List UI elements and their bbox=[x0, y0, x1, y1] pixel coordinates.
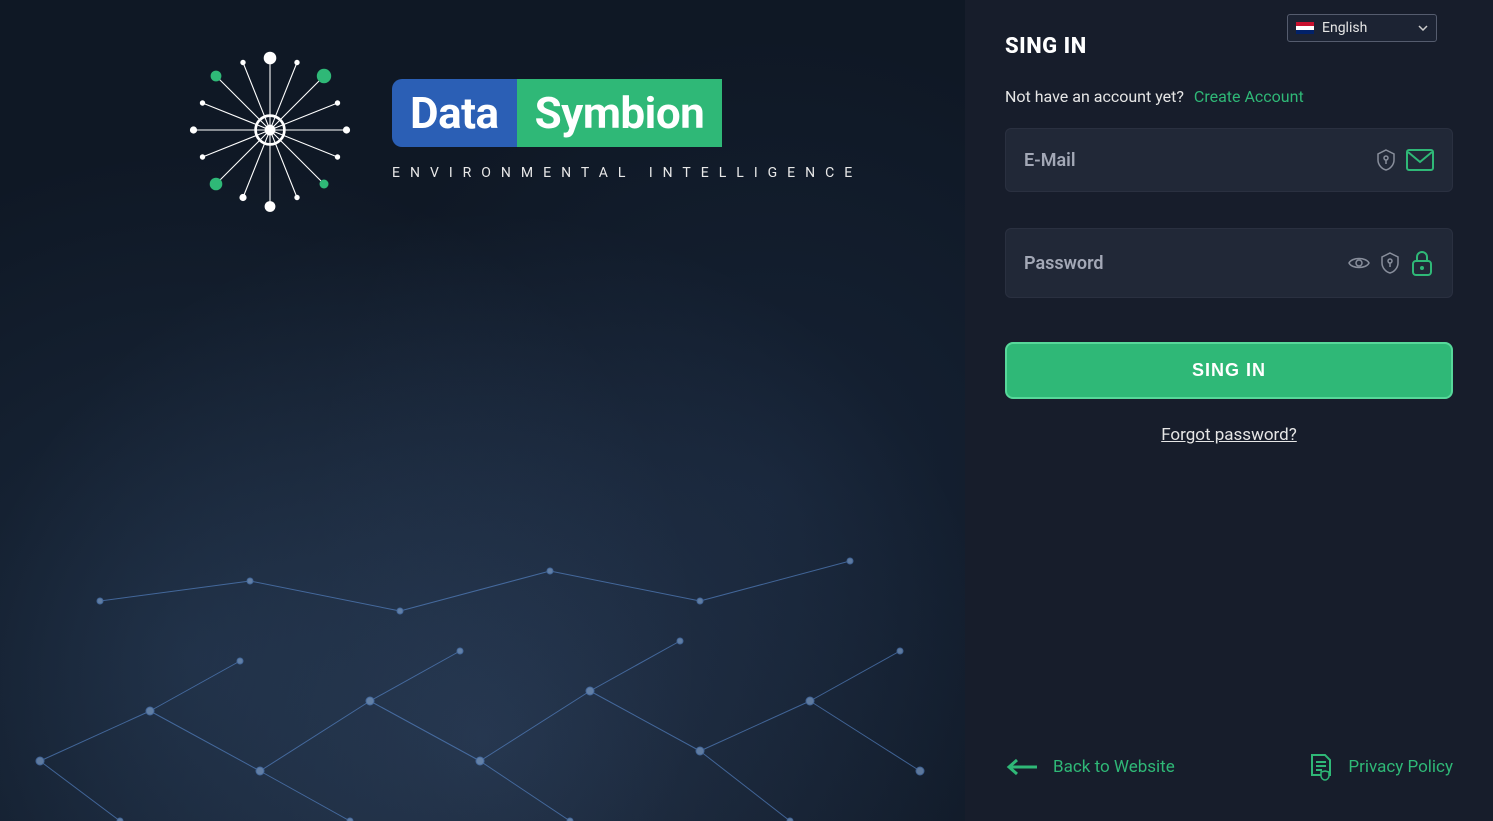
email-label: E-Mail bbox=[1024, 150, 1076, 171]
create-account-link[interactable]: Create Account bbox=[1194, 87, 1304, 106]
password-label: Password bbox=[1024, 253, 1104, 274]
uk-flag-icon bbox=[1296, 22, 1314, 34]
key-badge-icon bbox=[1380, 252, 1400, 274]
email-field[interactable]: E-Mail bbox=[1005, 128, 1453, 192]
network-mesh-bg bbox=[0, 401, 965, 821]
signin-button[interactable]: SING IN bbox=[1005, 342, 1453, 399]
signin-panel: English SING IN Not have an account yet?… bbox=[965, 0, 1493, 821]
logo-burst-icon bbox=[180, 40, 360, 220]
back-to-website-link[interactable]: Back to Website bbox=[1005, 753, 1175, 781]
logo-word1: Data bbox=[392, 79, 517, 147]
logo-wordmark: Data Symbion bbox=[392, 79, 862, 147]
key-badge-icon bbox=[1376, 149, 1396, 171]
no-account-text: Not have an account yet? Create Account bbox=[1005, 87, 1453, 106]
password-field[interactable]: Password bbox=[1005, 228, 1453, 298]
mail-icon bbox=[1406, 149, 1434, 171]
logo-word2: Symbion bbox=[517, 79, 723, 147]
logo-text: Data Symbion ENVIRONMENTAL INTELLIGENCE bbox=[392, 79, 862, 181]
logo: Data Symbion ENVIRONMENTAL INTELLIGENCE bbox=[180, 40, 862, 220]
language-current: English bbox=[1322, 20, 1367, 36]
footer-links: Back to Website Privacy Policy bbox=[1005, 753, 1453, 791]
forgot-password-link[interactable]: Forgot password? bbox=[1005, 425, 1453, 445]
branding-panel: Data Symbion ENVIRONMENTAL INTELLIGENCE bbox=[0, 0, 965, 821]
lock-icon bbox=[1410, 249, 1434, 277]
eye-icon[interactable] bbox=[1348, 255, 1370, 271]
logo-subtitle: ENVIRONMENTAL INTELLIGENCE bbox=[392, 165, 862, 181]
document-shield-icon bbox=[1308, 753, 1334, 781]
chevron-down-icon bbox=[1418, 25, 1428, 31]
arrow-left-icon bbox=[1005, 757, 1039, 777]
privacy-policy-link[interactable]: Privacy Policy bbox=[1308, 753, 1453, 781]
language-select[interactable]: English bbox=[1287, 14, 1437, 42]
